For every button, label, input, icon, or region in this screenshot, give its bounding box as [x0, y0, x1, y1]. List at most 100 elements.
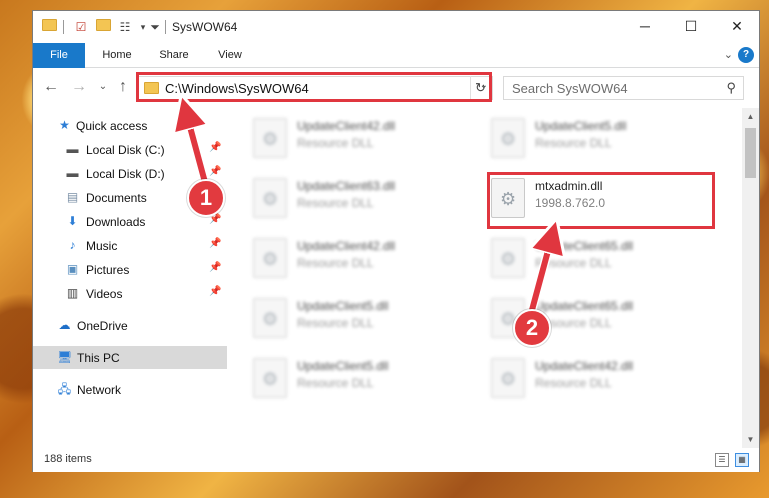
file-item[interactable]: UpdateClient5.dll Resource DLL [253, 352, 463, 404]
dll-file-icon [491, 118, 525, 158]
divider [63, 20, 64, 34]
recent-locations-icon[interactable]: ⌄ [93, 78, 113, 96]
file-item[interactable]: UpdateClient63.dll Resource DLL [253, 172, 463, 224]
file-name: UpdateClient63.dll [297, 179, 396, 193]
details-view-icon[interactable]: ☰ [715, 453, 729, 467]
file-name: UpdateClient42.dll [297, 239, 396, 253]
pin-icon: 📌 [209, 238, 222, 249]
window-title: SysWOW64 [172, 20, 238, 34]
tab-view[interactable]: View [209, 43, 251, 68]
dll-file-icon [253, 178, 287, 218]
sidebar-item-label: Pictures [86, 263, 130, 277]
maximize-button[interactable]: ☐ [668, 11, 714, 43]
sidebar-item-videos[interactable]: ▥ Videos 📌 [33, 282, 227, 305]
sidebar-item-label: Local Disk (D:) [86, 167, 165, 181]
close-button[interactable]: ✕ [714, 11, 760, 43]
tab-file[interactable]: File [33, 43, 85, 68]
file-name: UpdateClient5.dll [297, 299, 389, 313]
download-icon: ⬇ [67, 214, 78, 228]
file-description: Resource DLL [535, 256, 612, 270]
file-name: UpdateClient65.dll [535, 299, 634, 313]
tab-home[interactable]: Home [95, 43, 139, 68]
sidebar-item-label: Quick access [76, 119, 148, 133]
file-item[interactable]: UpdateClient42.dll Resource DLL [253, 112, 463, 164]
drive-icon: ▬ [66, 166, 79, 180]
file-list: UpdateClient42.dll Resource DLL UpdateCl… [229, 108, 741, 448]
sidebar-item-this-pc[interactable]: 🖥 This PC [33, 346, 227, 369]
divider [165, 20, 166, 34]
file-description: Resource DLL [535, 376, 612, 390]
address-bar-highlight [136, 72, 492, 102]
up-button[interactable]: ↑ [113, 78, 133, 96]
sidebar-item-label: Documents [86, 191, 147, 205]
file-description: Resource DLL [297, 256, 374, 270]
sidebar-item-label: Downloads [86, 215, 146, 229]
scroll-down-icon[interactable]: ▼ [742, 431, 759, 448]
minimize-button[interactable]: ─ [622, 11, 668, 43]
dll-file-icon [253, 118, 287, 158]
music-icon: ♪ [69, 238, 76, 252]
ribbon-tabs: File Home Share View ⌄ ? [33, 43, 759, 68]
file-description: Resource DLL [297, 196, 374, 210]
scroll-up-icon[interactable]: ▲ [742, 108, 759, 125]
file-name: UpdateClient5.dll [297, 359, 389, 373]
help-icon[interactable]: ? [738, 47, 754, 63]
cloud-icon: ☁ [58, 318, 71, 332]
forward-button[interactable]: → [69, 78, 89, 96]
dll-file-icon [491, 238, 525, 278]
file-item[interactable]: UpdateClient5.dll Resource DLL [491, 112, 701, 164]
search-icon[interactable]: ⚲ [726, 80, 736, 96]
sidebar-item-music[interactable]: ♪ Music 📌 [33, 234, 227, 257]
file-item[interactable]: UpdateClient65.dll Resource DLL [491, 232, 701, 284]
search-input[interactable] [512, 80, 712, 96]
pin-icon: 📌 [209, 286, 222, 297]
quick-access-dropdown-icon[interactable]: ⏷ [147, 19, 163, 35]
sidebar-item-label: This PC [77, 351, 120, 365]
pin-icon: 📌 [209, 142, 222, 153]
file-description: Resource DLL [535, 136, 612, 150]
tiles-view-icon[interactable]: ▦ [735, 453, 749, 467]
sidebar-item-local-disk-c[interactable]: ▬ Local Disk (C:) 📌 [33, 138, 227, 161]
file-item[interactable]: UpdateClient42.dll Resource DLL [491, 352, 701, 404]
sidebar-item-label: OneDrive [77, 319, 128, 333]
tab-share[interactable]: Share [151, 43, 197, 68]
title-bar: ☑ ☷ ▾ ⏷ SysWOW64 ─ ☐ ✕ [33, 11, 759, 43]
sidebar-item-quick-access[interactable]: ★ Quick access [33, 114, 227, 137]
dll-file-icon [253, 358, 287, 398]
properties-icon[interactable]: ☑ [73, 19, 89, 35]
file-item[interactable]: UpdateClient5.dll Resource DLL [253, 292, 463, 344]
scroll-thumb[interactable] [745, 128, 756, 178]
step-1-badge: 1 [187, 179, 225, 217]
vertical-scrollbar[interactable]: ▲ ▼ [742, 108, 759, 448]
pictures-icon: ▣ [66, 262, 79, 276]
file-description: Resource DLL [297, 136, 374, 150]
file-description: Resource DLL [297, 376, 374, 390]
sidebar-item-pictures[interactable]: ▣ Pictures 📌 [33, 258, 227, 281]
expand-ribbon-icon[interactable]: ⌄ [724, 48, 733, 61]
drive-icon: ▬ [66, 142, 79, 156]
sidebar-item-label: Music [86, 239, 118, 253]
pin-icon: 📌 [209, 166, 222, 177]
status-bar: 188 items ☰ ▦ [33, 448, 759, 472]
folder-icon[interactable] [41, 19, 57, 35]
dll-file-icon [253, 238, 287, 278]
file-name: UpdateClient65.dll [535, 239, 634, 253]
network-icon: 🖧 [57, 382, 72, 396]
file-name: UpdateClient42.dll [297, 119, 396, 133]
file-name: UpdateClient5.dll [535, 119, 627, 133]
documents-icon: ▤ [66, 190, 79, 204]
computer-icon: 🖥 [57, 350, 73, 364]
sidebar-item-label: Network [77, 383, 122, 397]
file-highlight [487, 172, 715, 229]
new-folder-icon[interactable] [95, 19, 111, 35]
sidebar-item-onedrive[interactable]: ☁ OneDrive [33, 314, 227, 337]
sidebar-item-network[interactable]: 🖧 Network [33, 378, 227, 401]
sidebar-item-label: Local Disk (C:) [86, 143, 165, 157]
file-item[interactable]: UpdateClient42.dll Resource DLL [253, 232, 463, 284]
file-description: Resource DLL [297, 316, 374, 330]
file-name: UpdateClient42.dll [535, 359, 634, 373]
step-2-badge: 2 [513, 309, 551, 347]
customize-toolbar-icon[interactable]: ☷ [117, 19, 133, 35]
back-button[interactable]: ← [41, 78, 61, 96]
search-box[interactable]: ⚲ [503, 76, 744, 100]
